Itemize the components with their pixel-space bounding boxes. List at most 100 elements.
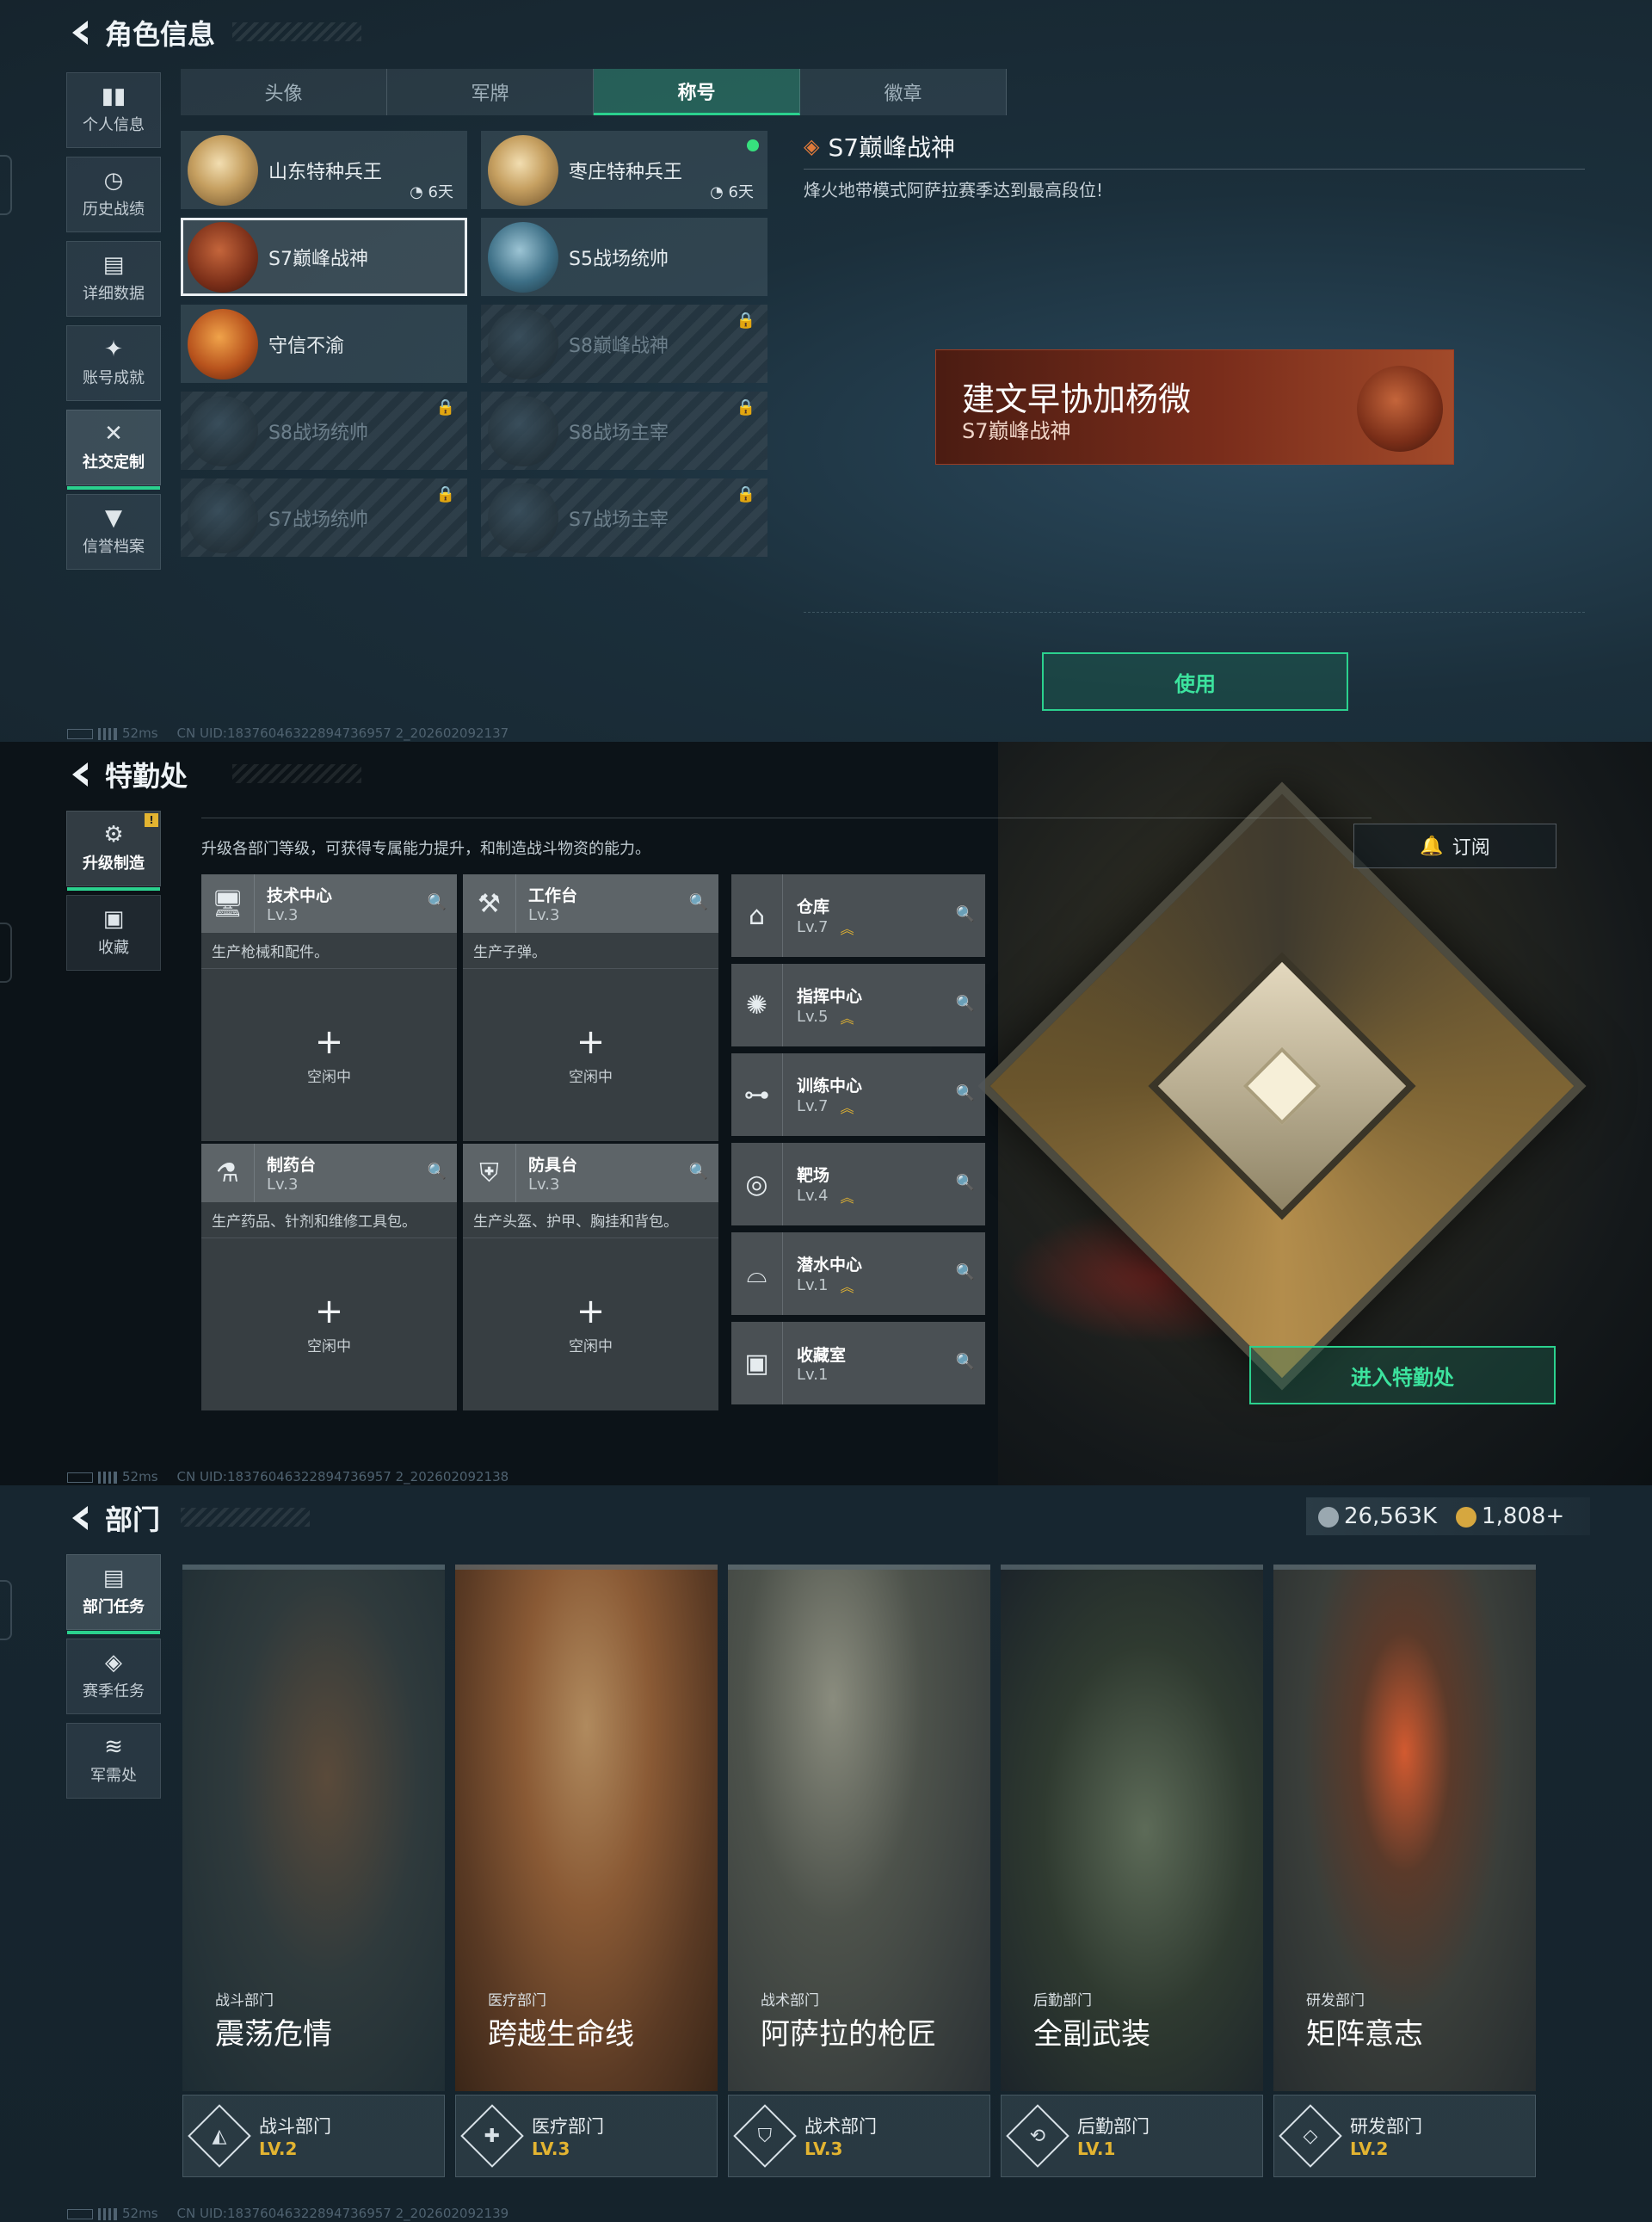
sidenav-item-supply[interactable]: ≋ 军需处 <box>66 1723 161 1799</box>
title-medal-icon <box>488 308 558 380</box>
sidenav-item-collection[interactable]: ▣ 收藏 <box>66 895 161 971</box>
search-icon[interactable]: 🔍 <box>956 1084 975 1102</box>
production-slot[interactable]: + 空闲中 <box>201 1238 457 1410</box>
department-footer[interactable]: ⛉ 战术部门 LV.3 <box>728 2095 990 2177</box>
workbench-level: Lv.3 <box>528 906 560 924</box>
workbench-level: Lv.3 <box>528 1176 560 1194</box>
sidenav-item-reputation[interactable]: ▼ 信誉档案 <box>66 494 161 570</box>
department-description: 升级各部门等级，可获得专属能力提升，和制造战斗物资的能力。 <box>201 840 650 858</box>
search-icon[interactable]: 🔍 <box>956 995 975 1013</box>
signal-icon <box>98 1471 117 1484</box>
lock-icon: 🔒 <box>435 485 455 503</box>
workbench-description: 生产枪械和配件。 <box>201 933 457 969</box>
facility-label: 仓库 Lv.7 ︽ <box>797 894 854 938</box>
upgrade-arrow-icon: ︽ <box>840 1099 854 1116</box>
production-slot[interactable]: + 空闲中 <box>201 969 457 1141</box>
sidenav-item-data[interactable]: ▤ 详细数据 <box>66 241 161 317</box>
medical-dept-icon: ✚ <box>460 2104 524 2168</box>
armor-icon: ⛨ <box>463 1144 516 1202</box>
facility-card[interactable]: ✺ 指挥中心 Lv.5 ︽ 🔍 <box>731 964 985 1046</box>
page-title: 特勤处 <box>105 760 188 793</box>
upgrade-arrow-icon: ︽ <box>840 1278 854 1295</box>
expiry-days: 6天 <box>728 183 754 201</box>
department-card[interactable]: 研发部门 矩阵意志 <box>1273 1565 1536 2091</box>
search-icon[interactable]: 🔍 <box>956 1174 975 1192</box>
departments-panel: 部门 26,563K 1,808+ ▤ 部门任务 ◈ 赛季任务 ≋ 军需处 战斗部门震… <box>0 1485 1652 2222</box>
workbench-header[interactable]: 🖥 技术中心 Lv.3 🔍 <box>201 874 457 933</box>
title-item[interactable]: 山东特种兵王 ◔ 6天 <box>181 131 467 209</box>
title-item[interactable]: S7巅峰战神 <box>181 218 467 296</box>
ping-value: 52ms <box>122 1469 158 1484</box>
department-footer[interactable]: ◭ 战斗部门 LV.2 <box>182 2095 445 2177</box>
search-icon[interactable]: 🔍 <box>689 893 708 911</box>
production-slot[interactable]: + 空闲中 <box>463 1238 718 1410</box>
search-icon[interactable]: 🔍 <box>428 1163 447 1181</box>
workbench-header[interactable]: ⚗ 制药台 Lv.3 🔍 <box>201 1144 457 1202</box>
department-footer[interactable]: ✚ 医疗部门 LV.3 <box>455 2095 718 2177</box>
department-card[interactable]: 战术部门 阿萨拉的枪匠 <box>728 1565 990 2091</box>
search-icon[interactable]: 🔍 <box>428 893 447 911</box>
back-button[interactable] <box>67 759 93 790</box>
sidenav-item-profile[interactable]: ▮▮ 个人信息 <box>66 72 161 148</box>
use-button[interactable]: 使用 <box>1042 652 1348 711</box>
notice-badge: ! <box>145 813 158 827</box>
title-item[interactable]: 守信不渝 <box>181 305 467 383</box>
facility-card[interactable]: ⊶ 训练中心 Lv.7 ︽ 🔍 <box>731 1053 985 1136</box>
subscribe-label: 订阅 <box>1452 837 1490 859</box>
collection-icon: ▣ <box>102 906 125 932</box>
back-button[interactable] <box>67 17 93 48</box>
workbench-header[interactable]: ⚒ 工作台 Lv.3 🔍 <box>463 874 718 933</box>
department-task-title: 跨越生命线 <box>488 2017 634 2052</box>
facility-name: 靶场 <box>797 1165 830 1185</box>
title-grid: 山东特种兵王 ◔ 6天 枣庄特种兵王 ◔ 6天 S7巅峰战神 S5战场统帅 守信不渝 S8巅峰… <box>181 131 767 557</box>
search-icon[interactable]: 🔍 <box>956 1263 975 1281</box>
production-slot[interactable]: + 空闲中 <box>463 969 718 1141</box>
edge-handle[interactable] <box>0 923 12 983</box>
department-footer[interactable]: ◇ 研发部门 LV.2 <box>1273 2095 1536 2177</box>
expiry-days: 6天 <box>428 183 453 201</box>
tab-title[interactable]: 称号 <box>594 69 800 115</box>
sidenav-item-history[interactable]: ◷ 历史战绩 <box>66 157 161 232</box>
title-item[interactable]: S8战场主宰 🔒 <box>481 392 767 470</box>
facility-level-row: Lv.7 ︽ <box>797 917 854 938</box>
search-icon[interactable]: 🔍 <box>956 1353 975 1371</box>
department-card[interactable]: 后勤部门 全副武装 <box>1001 1565 1263 2091</box>
title-item[interactable]: S7战场统帅 🔒 <box>181 478 467 557</box>
currency-gold[interactable]: 1,808+ <box>1456 1503 1564 1529</box>
department-footer[interactable]: ⟲ 后勤部门 LV.1 <box>1001 2095 1263 2177</box>
search-icon[interactable]: 🔍 <box>689 1163 708 1181</box>
sidenav-item-dept-tasks[interactable]: ▤ 部门任务 <box>66 1554 161 1634</box>
facility-name: 指挥中心 <box>797 986 863 1006</box>
title-name: S8战场统帅 <box>268 422 368 444</box>
edge-handle[interactable] <box>0 155 12 215</box>
upgrade-arrow-icon: ︽ <box>840 1188 854 1206</box>
edge-handle[interactable] <box>0 1580 12 1640</box>
facility-card[interactable]: ⌂ 仓库 Lv.7 ︽ 🔍 <box>731 874 985 957</box>
tab-dogtag[interactable]: 军牌 <box>387 69 594 115</box>
title-item[interactable]: 枣庄特种兵王 ◔ 6天 <box>481 131 767 209</box>
sidenav-item-upgrade[interactable]: ! ⚙ 升级制造 <box>66 811 161 891</box>
sidenav-item-social[interactable]: ✕ 社交定制 <box>66 410 161 490</box>
tab-avatar[interactable]: 头像 <box>181 69 387 115</box>
subscribe-button[interactable]: 🔔 订阅 <box>1353 824 1556 868</box>
workbench-header[interactable]: ⛨ 防具台 Lv.3 🔍 <box>463 1144 718 1202</box>
sidenav-item-achievements[interactable]: ✦ 账号成就 <box>66 325 161 401</box>
title-item[interactable]: S8战场统帅 🔒 <box>181 392 467 470</box>
title-item[interactable]: S7战场主宰 🔒 <box>481 478 767 557</box>
tab-badge[interactable]: 徽章 <box>800 69 1007 115</box>
enter-special-ops-button[interactable]: 进入特勤处 <box>1249 1346 1556 1404</box>
back-button[interactable] <box>67 1503 93 1534</box>
title-item[interactable]: S8巅峰战神 🔒 <box>481 305 767 383</box>
clock-icon: ◔ <box>710 183 729 201</box>
sidenav-item-season-tasks[interactable]: ◈ 赛季任务 <box>66 1639 161 1714</box>
department-card[interactable]: 战斗部门 震荡危情 <box>182 1565 445 2091</box>
title-item[interactable]: S5战场统帅 <box>481 218 767 296</box>
department-task-title: 矩阵意志 <box>1306 2017 1423 2052</box>
facility-card[interactable]: ⌓ 潜水中心 Lv.1 ︽ 🔍 <box>731 1232 985 1315</box>
department-card[interactable]: 医疗部门 跨越生命线 <box>455 1565 718 2091</box>
workbench-name: 工作台 <box>528 886 578 905</box>
facility-card[interactable]: ▣ 收藏室 Lv.1 🔍 <box>731 1322 985 1404</box>
sidenav-label: 收藏 <box>98 939 129 957</box>
search-icon[interactable]: 🔍 <box>956 905 975 923</box>
facility-card[interactable]: ◎ 靶场 Lv.4 ︽ 🔍 <box>731 1143 985 1225</box>
